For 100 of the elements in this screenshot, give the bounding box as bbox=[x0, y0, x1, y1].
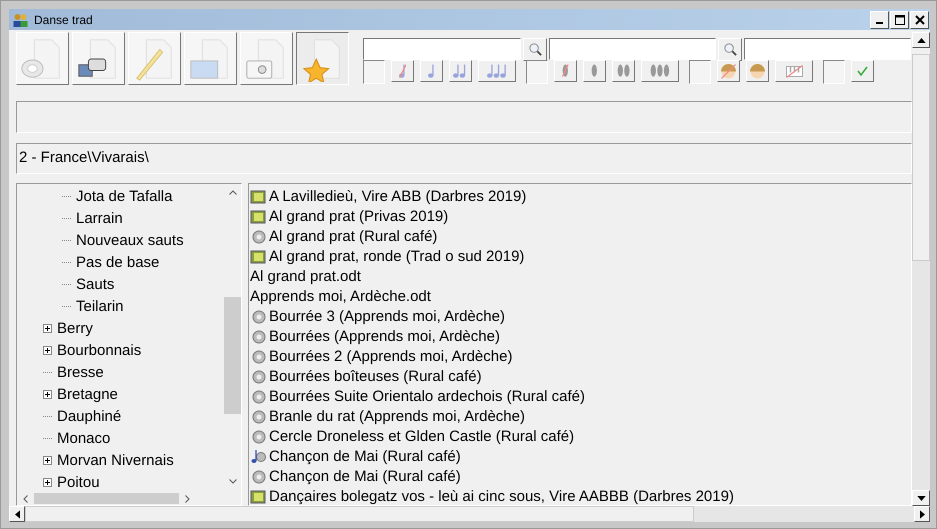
music-note-icon bbox=[250, 448, 266, 464]
maximize-button[interactable] bbox=[890, 10, 909, 28]
scroll-thumb[interactable] bbox=[224, 297, 241, 414]
file-item[interactable]: Cercle Droneless et Glden Castle (Rural café) bbox=[249, 426, 911, 446]
file-item[interactable]: Al grand prat (Privas 2019) bbox=[249, 206, 911, 226]
search-field[interactable] bbox=[744, 38, 911, 60]
blank-toggle[interactable] bbox=[526, 60, 548, 84]
expand-icon[interactable] bbox=[43, 478, 52, 486]
tree-item[interactable]: Teilarin bbox=[76, 298, 124, 314]
tree-item[interactable]: Monaco bbox=[57, 430, 110, 446]
expand-icon[interactable] bbox=[43, 346, 52, 354]
tree-item[interactable]: Bourbonnais bbox=[57, 342, 142, 358]
file-item[interactable]: A Lavilledieù, Vire ABB (Darbres 2019) bbox=[249, 186, 911, 206]
search-field[interactable] bbox=[549, 38, 716, 60]
child-face-icon bbox=[750, 64, 765, 78]
crossed-face-icon bbox=[721, 64, 736, 78]
speaker-icon bbox=[250, 408, 266, 424]
file-item[interactable]: Chançon de Mai (Rural café) bbox=[249, 466, 911, 486]
checkmark-icon bbox=[857, 66, 868, 76]
file-item[interactable]: Bourrées 2 (Apprends moi, Ardèche) bbox=[249, 346, 911, 366]
down-arrow-icon bbox=[916, 496, 926, 500]
search-field[interactable] bbox=[363, 38, 521, 60]
footprints-icon bbox=[591, 64, 598, 78]
tree-item[interactable]: Pas de base bbox=[76, 254, 160, 270]
blank-toggle[interactable] bbox=[823, 60, 845, 84]
film-clip-icon bbox=[250, 488, 266, 504]
speaker-icon bbox=[250, 388, 266, 404]
footprints-icon bbox=[650, 64, 670, 78]
search-button[interactable] bbox=[523, 38, 547, 61]
filter-button[interactable] bbox=[449, 60, 472, 82]
blank-toggle[interactable] bbox=[689, 60, 711, 84]
file-item[interactable]: Bourrée 3 (Apprends moi, Ardèche) bbox=[249, 306, 911, 326]
filter-button[interactable] bbox=[775, 60, 813, 82]
left-arrow-icon bbox=[14, 510, 20, 518]
filter-button[interactable] bbox=[420, 60, 443, 82]
filter-button[interactable] bbox=[583, 60, 606, 82]
tree-item[interactable]: Larrain bbox=[76, 210, 123, 226]
tree-item[interactable]: Morvan Nivernais bbox=[57, 452, 174, 468]
file-item[interactable]: Branle du rat (Apprends moi, Ardèche) bbox=[249, 406, 911, 426]
crossed-footprint-icon bbox=[562, 64, 569, 78]
window-title: Danse trad bbox=[34, 12, 93, 26]
speaker-icon bbox=[250, 368, 266, 384]
filter-button[interactable] bbox=[851, 60, 874, 82]
scroll-thumb[interactable] bbox=[25, 506, 694, 522]
file-item[interactable]: Chançon de Mai (Rural café) bbox=[249, 446, 911, 466]
filter-button[interactable] bbox=[391, 60, 414, 82]
expand-icon[interactable] bbox=[43, 456, 52, 464]
right-arrow-icon bbox=[920, 510, 924, 518]
path-field[interactable]: 2 - France\Vivarais\ bbox=[16, 143, 912, 174]
speaker-icon bbox=[250, 348, 266, 364]
tree-item[interactable]: Nouveaux sauts bbox=[76, 232, 184, 248]
film-clip-icon bbox=[250, 208, 266, 224]
file-item[interactable]: Al grand prat, ronde (Trad o sud 2019) bbox=[249, 246, 911, 266]
minimize-icon bbox=[876, 22, 883, 24]
search-button[interactable] bbox=[718, 38, 742, 61]
scroll-right-button[interactable] bbox=[914, 506, 930, 522]
minimize-button[interactable] bbox=[870, 10, 889, 28]
file-item[interactable]: Al grand prat.odt bbox=[249, 266, 911, 286]
scroll-down-button[interactable] bbox=[912, 490, 930, 506]
filter-button[interactable] bbox=[717, 60, 740, 82]
tree-item[interactable]: Jota de Tafalla bbox=[76, 188, 172, 204]
expand-icon[interactable] bbox=[43, 390, 52, 398]
music-notes-icon bbox=[428, 64, 436, 78]
scroll-thumb[interactable] bbox=[912, 54, 930, 261]
file-item[interactable]: Apprends moi, Ardèche.odt bbox=[249, 286, 911, 306]
blank-toggle[interactable] bbox=[363, 60, 385, 84]
maximize-icon bbox=[894, 14, 906, 26]
tree-item[interactable]: Bresse bbox=[57, 364, 104, 380]
scroll-up-button[interactable] bbox=[912, 32, 930, 48]
tree-item[interactable]: Dauphiné bbox=[57, 408, 122, 424]
file-item[interactable]: Al grand prat (Rural café) bbox=[249, 226, 911, 246]
film-clip-icon bbox=[250, 188, 266, 204]
scrollbar[interactable] bbox=[912, 30, 930, 506]
music-notes-icon bbox=[453, 64, 468, 78]
up-arrow-icon bbox=[916, 38, 926, 42]
file-item[interactable]: Bourrées (Apprends moi, Ardèche) bbox=[249, 326, 911, 346]
filter-button[interactable] bbox=[554, 60, 577, 82]
filter-button[interactable] bbox=[612, 60, 635, 82]
tree-item[interactable]: Poitou bbox=[57, 474, 100, 490]
tree-item[interactable]: Bretagne bbox=[57, 386, 118, 402]
file-item[interactable]: Bourrées Suite Orientalo ardechois (Rural café) bbox=[249, 386, 911, 406]
filter-button[interactable] bbox=[641, 60, 679, 82]
crossed-note-icon bbox=[398, 64, 406, 78]
scroll-left-button[interactable] bbox=[9, 506, 25, 522]
search-icon bbox=[528, 42, 542, 57]
media-type-button[interactable] bbox=[296, 32, 349, 85]
filter-button[interactable] bbox=[746, 60, 769, 82]
speaker-icon bbox=[250, 428, 266, 444]
scrollbar[interactable] bbox=[9, 506, 930, 522]
tree-item[interactable]: Sauts bbox=[76, 276, 114, 292]
tree-item[interactable]: Berry bbox=[57, 320, 93, 336]
file-item[interactable]: Bourrées boîteuses (Rural café) bbox=[249, 366, 911, 386]
film-clip-icon bbox=[250, 248, 266, 264]
close-button[interactable] bbox=[910, 10, 929, 28]
expand-icon[interactable] bbox=[43, 324, 52, 332]
filter-button[interactable] bbox=[478, 60, 516, 82]
scroll-thumb[interactable] bbox=[34, 493, 179, 504]
close-icon bbox=[914, 14, 926, 26]
footprints-icon bbox=[616, 64, 630, 78]
file-item[interactable]: Dançaires bolegatz vos - leù ai cinc sous, Vire AABBB (Darbres 2019) bbox=[249, 486, 911, 505]
